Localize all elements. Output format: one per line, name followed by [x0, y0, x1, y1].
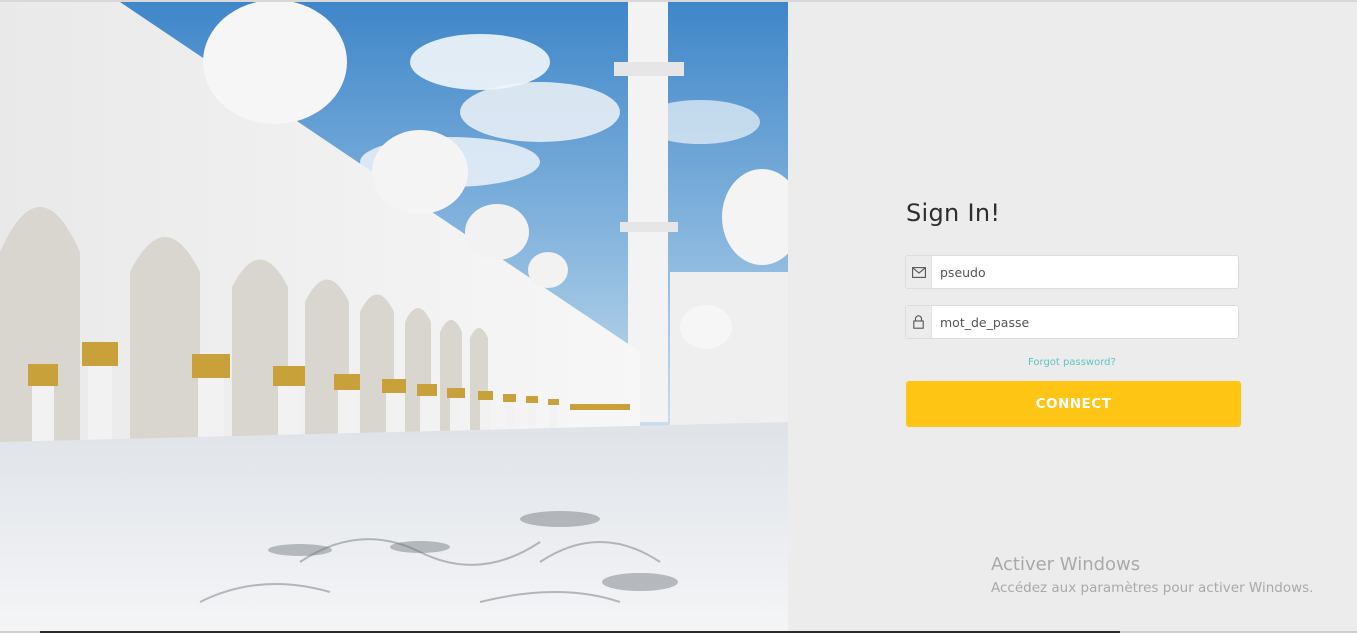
- username-input[interactable]: [932, 256, 1232, 288]
- connect-button[interactable]: CONNECT: [906, 381, 1241, 427]
- hero-image: [0, 2, 788, 631]
- lock-icon: [906, 306, 932, 338]
- activation-watermark-title: Activer Windows: [991, 554, 1141, 575]
- envelope-icon: [906, 256, 932, 288]
- forgot-password-link[interactable]: Forgot password?: [1028, 357, 1116, 368]
- activation-watermark-subtitle: Accédez aux paramètres pour activer Wind…: [991, 580, 1314, 596]
- page-title: Sign In!: [906, 199, 1001, 227]
- username-field[interactable]: [905, 255, 1239, 289]
- password-field[interactable]: [905, 305, 1239, 339]
- password-input[interactable]: [932, 306, 1232, 338]
- login-page: Sign In! Forgot password? CONNECT Active…: [0, 0, 1357, 633]
